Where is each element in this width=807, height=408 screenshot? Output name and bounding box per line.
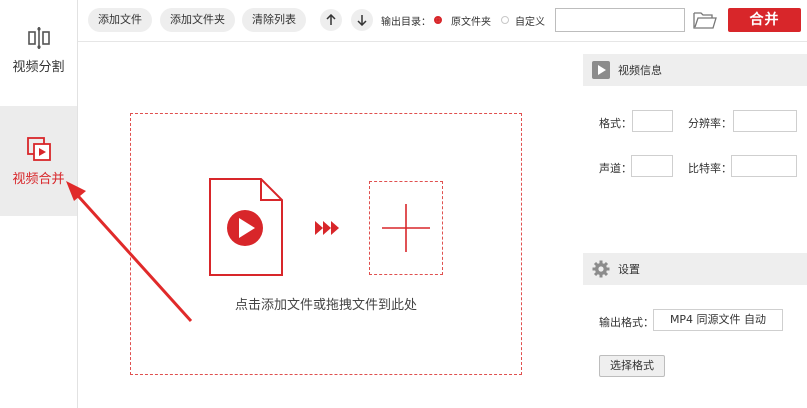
- move-down-button[interactable]: [351, 9, 373, 31]
- format-field: [632, 110, 673, 132]
- settings-title: 设置: [618, 263, 640, 276]
- sidebar-item-video-split[interactable]: 视频分割: [0, 0, 77, 104]
- output-format-label: 输出格式：: [599, 316, 654, 329]
- add-placeholder[interactable]: [369, 181, 443, 275]
- move-up-button[interactable]: [320, 9, 342, 31]
- video-info-header: 视频信息: [583, 54, 807, 86]
- bitrate-label: 比特率：: [688, 162, 732, 175]
- folder-open-icon[interactable]: [693, 10, 717, 30]
- radio-custom[interactable]: [501, 16, 509, 24]
- output-format-select[interactable]: MP4 同源文件 自动: [653, 309, 783, 331]
- merge-button[interactable]: 合并: [728, 8, 801, 32]
- radio-source-folder[interactable]: [434, 16, 442, 24]
- sidebar-item-label: 视频分割: [12, 60, 65, 75]
- add-folder-button[interactable]: 添加文件夹: [160, 8, 235, 32]
- output-dir-label: 输出目录：: [381, 17, 431, 28]
- arrow-up-icon: [326, 14, 336, 25]
- option-source-folder-label[interactable]: 原文件夹: [451, 13, 491, 28]
- format-label: 格式：: [599, 117, 632, 130]
- gear-icon: [592, 260, 610, 278]
- bitrate-field: [731, 155, 797, 177]
- video-file-icon: [209, 178, 283, 276]
- add-file-button[interactable]: 添加文件: [88, 8, 152, 32]
- play-icon: [592, 61, 610, 79]
- resolution-label: 分辨率：: [688, 117, 732, 130]
- annotation-arrow-icon: [66, 181, 193, 323]
- choose-format-button[interactable]: 选择格式: [599, 355, 665, 377]
- sidebar-item-label: 视频合并: [12, 172, 65, 187]
- plus-icon: [382, 204, 430, 252]
- option-custom-label[interactable]: 自定义: [515, 13, 545, 28]
- clear-list-button[interactable]: 清除列表: [242, 8, 306, 32]
- channel-label: 声道：: [599, 162, 632, 175]
- channel-field: [631, 155, 673, 177]
- settings-header: 设置: [583, 253, 807, 285]
- fast-forward-icon: [315, 221, 339, 235]
- merge-icon: [26, 137, 51, 161]
- toolbar: 添加文件 添加文件夹 清除列表 输出目录： 原文件夹 自定义 合并: [78, 0, 807, 42]
- resolution-field: [733, 110, 797, 132]
- split-icon: [27, 27, 50, 49]
- arrow-down-icon: [357, 15, 367, 26]
- output-path-input[interactable]: [555, 8, 685, 32]
- video-info-title: 视频信息: [618, 64, 662, 77]
